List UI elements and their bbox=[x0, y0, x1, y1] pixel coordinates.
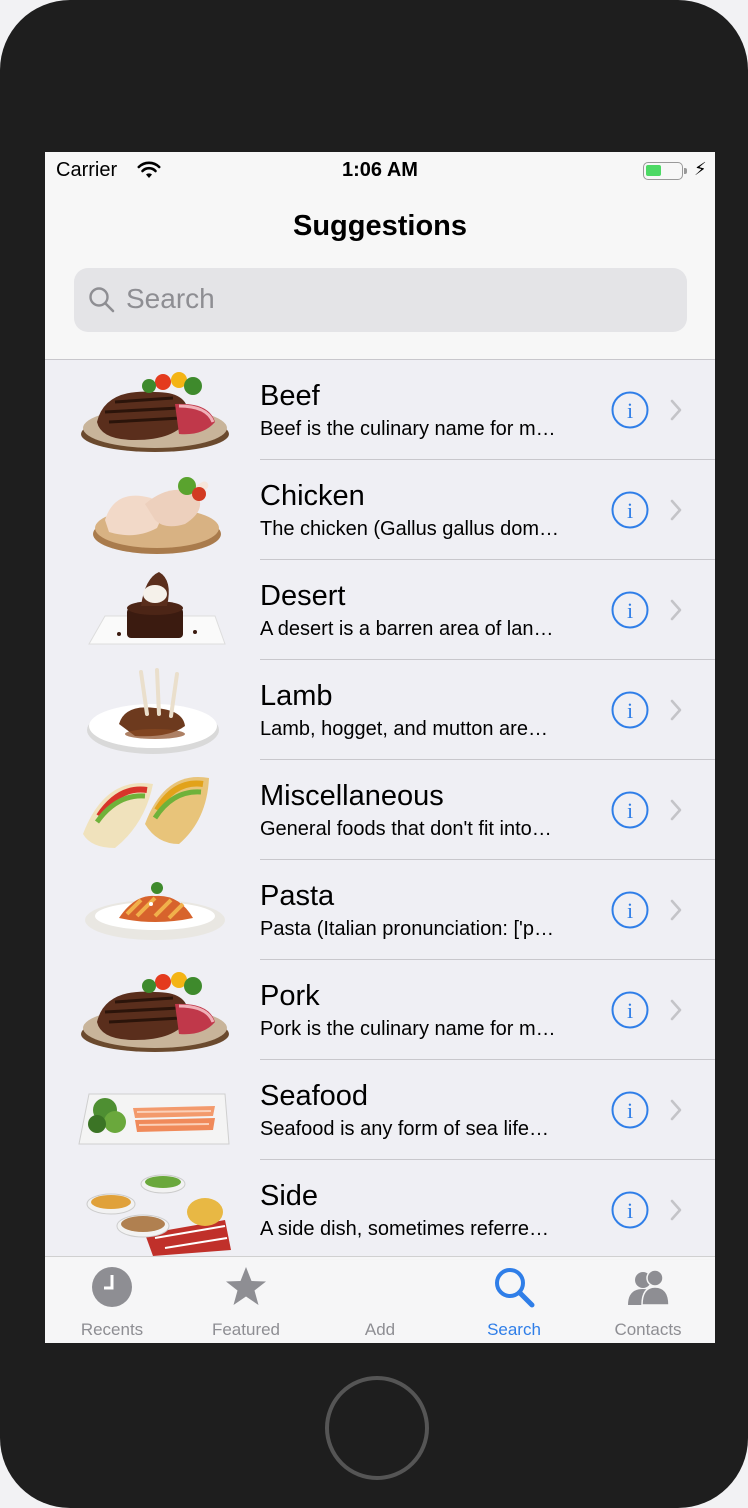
tab-search[interactable]: Search bbox=[447, 1257, 581, 1343]
info-icon[interactable]: i bbox=[611, 391, 649, 429]
item-subtitle: Beef is the culinary name for m… bbox=[260, 418, 556, 440]
search-icon bbox=[495, 1268, 535, 1308]
list-item-miscellaneous[interactable]: Miscellaneous General foods that don't f… bbox=[45, 760, 715, 860]
tab-label: Add bbox=[364, 1320, 396, 1339]
contacts-icon bbox=[628, 1269, 670, 1306]
magnifier-icon bbox=[89, 287, 115, 313]
device-frame: Carrier 1:06 AM ⚡ Suggestions Search Bee… bbox=[0, 0, 748, 1508]
food-thumbnail-lamb bbox=[87, 668, 219, 754]
tab-label: Contacts bbox=[614, 1320, 682, 1339]
list-item-chicken[interactable]: Chicken The chicken (Gallus gallus dom… … bbox=[45, 460, 715, 560]
chevron-right-icon bbox=[670, 399, 682, 421]
item-subtitle: Seafood is any form of sea life… bbox=[260, 1118, 550, 1140]
list-item-side[interactable]: Side A side dish, sometimes referre… i bbox=[45, 1160, 715, 1260]
item-title: Side bbox=[260, 1180, 319, 1212]
battery-charging-icon bbox=[643, 162, 687, 180]
item-subtitle: A desert is a barren area of lan… bbox=[260, 618, 554, 640]
clock-icon bbox=[92, 1267, 132, 1307]
page-title: Suggestions bbox=[292, 210, 467, 242]
svg-text:i: i bbox=[627, 898, 633, 923]
info-icon[interactable]: i bbox=[611, 591, 649, 629]
list-item-pasta[interactable]: Pasta Pasta (Italian pronunciation: ['p…… bbox=[45, 860, 715, 960]
tab-bar: Recents Featured Add Search Contacts bbox=[45, 1256, 715, 1343]
item-title: Seafood bbox=[260, 1080, 369, 1112]
item-title: Chicken bbox=[260, 480, 365, 512]
item-subtitle: General foods that don't fit into… bbox=[260, 818, 552, 840]
tab-featured[interactable]: Featured bbox=[179, 1257, 313, 1343]
food-thumbnail-pasta bbox=[85, 882, 225, 940]
chevron-right-icon bbox=[670, 599, 682, 621]
item-subtitle: The chicken (Gallus gallus dom… bbox=[260, 518, 560, 540]
food-thumbnail-chicken bbox=[93, 477, 221, 554]
list-item-desert[interactable]: Desert A desert is a barren area of lan…… bbox=[45, 560, 715, 660]
item-title: Pasta bbox=[260, 880, 335, 912]
food-thumbnail-steak bbox=[81, 372, 229, 452]
category-list: Beef Beef is the culinary name for m… i … bbox=[45, 360, 715, 1260]
svg-text:i: i bbox=[627, 1198, 633, 1223]
item-title: Beef bbox=[260, 380, 320, 412]
item-subtitle: A side dish, sometimes referre… bbox=[260, 1218, 549, 1240]
food-thumbnail-tacos bbox=[83, 776, 209, 848]
charging-bolt-icon: ⚡ bbox=[694, 159, 707, 179]
svg-text:i: i bbox=[627, 398, 633, 423]
svg-text:i: i bbox=[627, 598, 633, 623]
info-icon[interactable]: i bbox=[611, 491, 649, 529]
chevron-right-icon bbox=[670, 499, 682, 521]
svg-text:i: i bbox=[627, 1098, 633, 1123]
food-thumbnail-cake bbox=[88, 572, 226, 645]
tab-label: Recents bbox=[80, 1320, 144, 1339]
item-title: Miscellaneous bbox=[260, 780, 444, 812]
tab-label: Featured bbox=[211, 1320, 281, 1339]
status-bar: Carrier 1:06 AM ⚡ bbox=[45, 152, 715, 192]
tab-label: Search bbox=[487, 1320, 541, 1339]
tab-contacts[interactable]: Contacts bbox=[581, 1257, 715, 1343]
info-icon[interactable]: i bbox=[611, 991, 649, 1029]
tab-add[interactable]: Add bbox=[313, 1257, 447, 1343]
item-subtitle: Pasta (Italian pronunciation: ['p… bbox=[260, 918, 554, 940]
item-subtitle: Pork is the culinary name for m… bbox=[260, 1018, 556, 1040]
list-item-pork[interactable]: Pork Pork is the culinary name for m… i bbox=[45, 960, 715, 1060]
chevron-right-icon bbox=[670, 1099, 682, 1121]
search-placeholder: Search bbox=[126, 283, 215, 314]
info-icon[interactable]: i bbox=[611, 891, 649, 929]
info-icon[interactable]: i bbox=[611, 1091, 649, 1129]
chevron-right-icon bbox=[670, 799, 682, 821]
search-input[interactable]: Search bbox=[74, 268, 687, 332]
info-icon[interactable]: i bbox=[611, 791, 649, 829]
chevron-right-icon bbox=[670, 999, 682, 1021]
item-title: Pork bbox=[260, 980, 320, 1012]
info-icon[interactable]: i bbox=[611, 691, 649, 729]
svg-text:i: i bbox=[627, 798, 633, 823]
tab-recents[interactable]: Recents bbox=[45, 1257, 179, 1343]
home-button[interactable] bbox=[325, 1376, 429, 1480]
list-item-lamb[interactable]: Lamb Lamb, hogget, and mutton are… i bbox=[45, 660, 715, 760]
food-thumbnail-salmon bbox=[78, 1093, 230, 1145]
svg-text:i: i bbox=[627, 998, 633, 1023]
list-item-beef[interactable]: Beef Beef is the culinary name for m… i bbox=[45, 360, 715, 460]
info-icon[interactable]: i bbox=[611, 1191, 649, 1229]
item-subtitle: Lamb, hogget, and mutton are… bbox=[260, 718, 548, 740]
food-thumbnail-sides bbox=[86, 1174, 231, 1256]
clock-time: 1:06 AM bbox=[342, 159, 418, 181]
chevron-right-icon bbox=[670, 899, 682, 921]
star-icon bbox=[226, 1267, 266, 1305]
app-screen: Carrier 1:06 AM ⚡ Suggestions Search Bee… bbox=[45, 152, 715, 1343]
chevron-right-icon bbox=[670, 1199, 682, 1221]
svg-text:i: i bbox=[627, 498, 633, 523]
chevron-right-icon bbox=[670, 699, 682, 721]
food-thumbnail-steak bbox=[81, 972, 229, 1052]
list-item-seafood[interactable]: Seafood Seafood is any form of sea life…… bbox=[45, 1060, 715, 1160]
item-title: Lamb bbox=[260, 680, 333, 712]
item-title: Desert bbox=[260, 580, 346, 612]
navigation-bar: Suggestions Search bbox=[45, 192, 715, 360]
svg-text:i: i bbox=[627, 698, 633, 723]
